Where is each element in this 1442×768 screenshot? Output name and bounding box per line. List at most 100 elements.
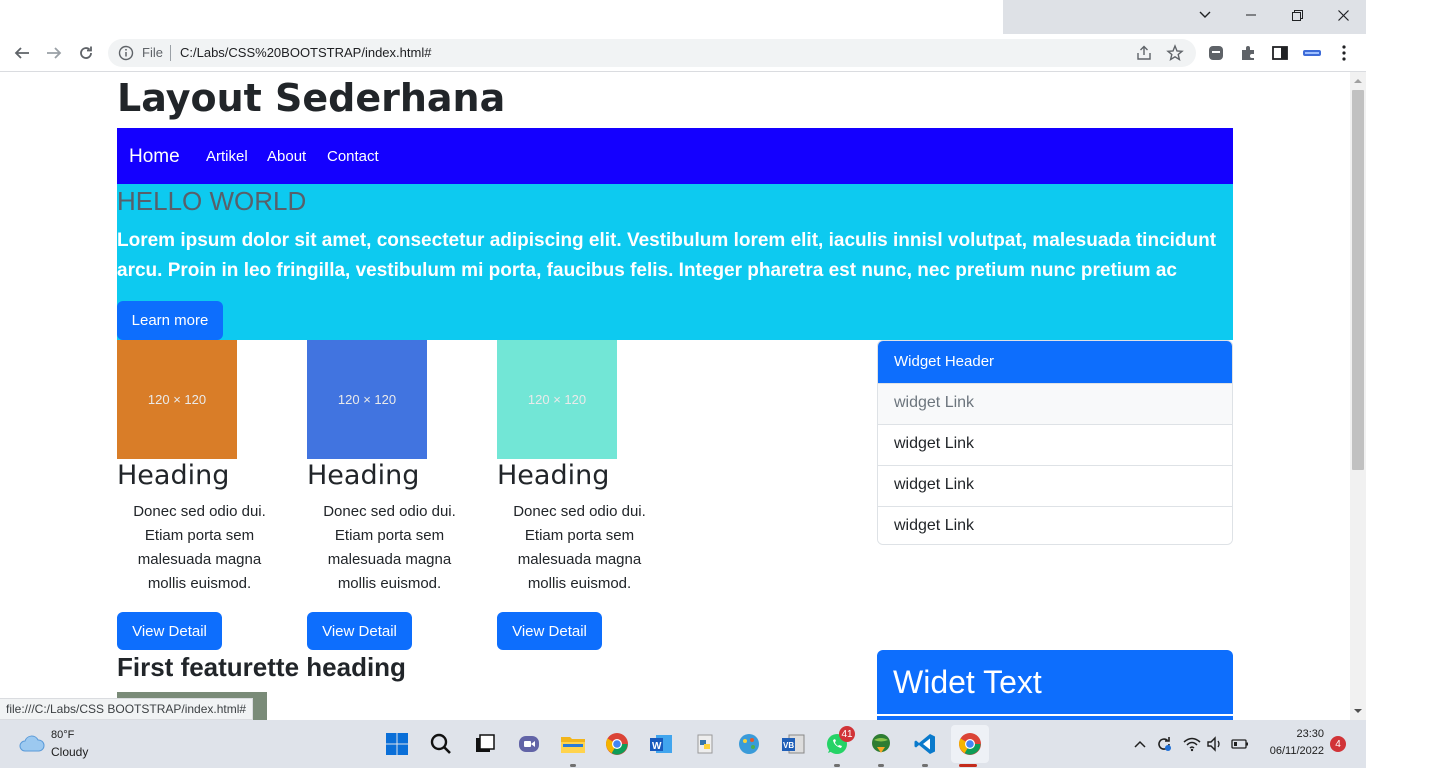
restore-button[interactable] bbox=[1274, 0, 1320, 30]
chrome-app-1[interactable] bbox=[603, 730, 631, 758]
widget-card: Widget Header widget Link widget Link wi… bbox=[877, 340, 1233, 545]
tab-search-button[interactable] bbox=[1182, 0, 1228, 30]
palette-icon bbox=[739, 734, 759, 754]
back-button[interactable] bbox=[8, 39, 36, 67]
view-detail-button-1[interactable]: View Detail bbox=[117, 612, 222, 650]
sync-tray-button[interactable] bbox=[1152, 730, 1176, 758]
menu-kebab-icon[interactable] bbox=[1334, 43, 1354, 63]
whatsapp-running-indicator bbox=[834, 764, 840, 767]
info-icon[interactable] bbox=[118, 45, 134, 61]
task-view-button[interactable] bbox=[471, 730, 499, 758]
forward-button[interactable] bbox=[40, 39, 68, 67]
navbar: Home Artikel About Contact bbox=[117, 128, 1233, 184]
card-image-3: 120 × 120 bbox=[497, 340, 617, 459]
chevron-down-icon bbox=[1199, 11, 1211, 18]
chevron-up-icon bbox=[1134, 740, 1146, 748]
widget-link-1[interactable]: widget Link bbox=[878, 383, 1232, 424]
battery-tray-button[interactable] bbox=[1228, 730, 1252, 758]
file-explorer-app[interactable] bbox=[559, 730, 587, 758]
nav-brand-home[interactable]: Home bbox=[129, 146, 180, 168]
clock-time[interactable]: 23:30 bbox=[1262, 728, 1324, 740]
bookmark-star-icon[interactable] bbox=[1166, 44, 1184, 62]
nav-link-about[interactable]: About bbox=[267, 148, 306, 165]
wifi-tray-button[interactable] bbox=[1180, 730, 1204, 758]
python-app[interactable] bbox=[691, 730, 719, 758]
url-text[interactable]: C:/Labs/CSS%20BOOTSTRAP/index.html# bbox=[180, 45, 431, 60]
hero-text: Lorem ipsum dolor sit amet, consectetur … bbox=[117, 230, 1217, 281]
featurette-heading: First featurette heading bbox=[117, 652, 406, 682]
teams-chat-icon bbox=[519, 736, 539, 752]
learn-more-button[interactable]: Learn more bbox=[117, 301, 223, 340]
vertical-scrollbar[interactable] bbox=[1350, 72, 1366, 720]
card-heading-2: Heading bbox=[307, 460, 420, 491]
volume-tray-button[interactable] bbox=[1203, 730, 1227, 758]
scroll-up-icon[interactable] bbox=[1353, 76, 1363, 86]
start-button[interactable] bbox=[383, 730, 411, 758]
clock-date[interactable]: 06/11/2022 bbox=[1262, 745, 1324, 757]
visual-basic-icon: VB bbox=[782, 734, 805, 754]
page-title: Layout Sederhana bbox=[117, 76, 506, 120]
paint-app[interactable] bbox=[735, 730, 763, 758]
nav-link-artikel[interactable]: Artikel bbox=[206, 148, 248, 165]
profile-avatar-icon[interactable] bbox=[1302, 43, 1322, 63]
vscode-app[interactable] bbox=[911, 730, 939, 758]
scrollbar-thumb[interactable] bbox=[1352, 90, 1364, 470]
browser-toolbar: File C:/Labs/CSS%20BOOTSTRAP/index.html# bbox=[0, 34, 1366, 72]
sync-icon bbox=[1158, 737, 1171, 751]
weather-condition: Cloudy bbox=[51, 745, 89, 759]
chrome-icon bbox=[606, 733, 628, 755]
wifi-icon bbox=[1183, 737, 1201, 752]
vscode-running-indicator bbox=[922, 764, 928, 767]
visual-studio-app[interactable]: VB bbox=[779, 730, 807, 758]
weather-widget[interactable] bbox=[18, 730, 46, 758]
address-bar[interactable]: File C:/Labs/CSS%20BOOTSTRAP/index.html# bbox=[108, 39, 1196, 67]
word-icon: W bbox=[650, 735, 672, 753]
vscode-icon bbox=[914, 734, 935, 754]
chrome-app-active[interactable] bbox=[951, 725, 989, 763]
close-icon bbox=[1337, 9, 1349, 21]
omnibox-divider bbox=[170, 45, 171, 61]
globe-download-icon bbox=[872, 734, 890, 753]
card-heading-1: Heading bbox=[117, 460, 230, 491]
close-button[interactable] bbox=[1320, 0, 1366, 30]
view-detail-button-2[interactable]: View Detail bbox=[307, 612, 412, 650]
arrow-left-icon bbox=[14, 47, 29, 59]
widget-link-3[interactable]: widget Link bbox=[878, 465, 1232, 506]
search-icon bbox=[430, 733, 451, 754]
page-viewport: Layout Sederhana Home Artikel About Cont… bbox=[0, 72, 1350, 720]
windows-logo-icon bbox=[386, 733, 408, 755]
hero-heading: HELLO WORLD bbox=[117, 186, 307, 216]
widget-link-4[interactable]: widget Link bbox=[878, 506, 1232, 544]
extension-chat-icon[interactable] bbox=[1206, 43, 1226, 63]
card-image-1: 120 × 120 bbox=[117, 340, 237, 459]
notification-badge[interactable]: 4 bbox=[1330, 736, 1346, 752]
minimize-button[interactable] bbox=[1228, 0, 1274, 30]
nav-link-contact[interactable]: Contact bbox=[327, 148, 379, 165]
side-panel-icon[interactable] bbox=[1270, 43, 1290, 63]
chrome-active-indicator bbox=[959, 764, 977, 767]
show-hidden-icons-button[interactable] bbox=[1128, 730, 1152, 758]
card-image-2: 120 × 120 bbox=[307, 340, 427, 459]
scroll-down-icon[interactable] bbox=[1353, 706, 1363, 716]
extensions-puzzle-icon[interactable] bbox=[1238, 43, 1258, 63]
task-view-icon bbox=[476, 734, 495, 752]
taskbar-search[interactable] bbox=[427, 730, 455, 758]
weather-temperature: 80°F bbox=[51, 729, 75, 741]
widget-link-2[interactable]: widget Link bbox=[878, 424, 1232, 465]
speaker-icon bbox=[1207, 736, 1220, 752]
chrome-icon bbox=[959, 733, 981, 755]
battery-icon bbox=[1231, 739, 1248, 749]
folder-icon bbox=[561, 737, 585, 753]
share-icon[interactable] bbox=[1135, 44, 1153, 62]
teams-chat-app[interactable] bbox=[515, 730, 543, 758]
view-detail-button-3[interactable]: View Detail bbox=[497, 612, 602, 650]
restore-icon bbox=[1291, 9, 1303, 21]
explorer-running-indicator bbox=[570, 764, 576, 767]
file-label: File bbox=[142, 45, 163, 60]
card-text-2: Donec sed odio dui. Etiam porta sem male… bbox=[323, 503, 456, 592]
screen: File C:/Labs/CSS%20BOOTSTRAP/index.html#… bbox=[0, 0, 1442, 768]
word-app[interactable]: W bbox=[647, 730, 675, 758]
idm-app[interactable] bbox=[867, 730, 895, 758]
svg-text:VB: VB bbox=[783, 741, 794, 750]
reload-button[interactable] bbox=[72, 39, 100, 67]
